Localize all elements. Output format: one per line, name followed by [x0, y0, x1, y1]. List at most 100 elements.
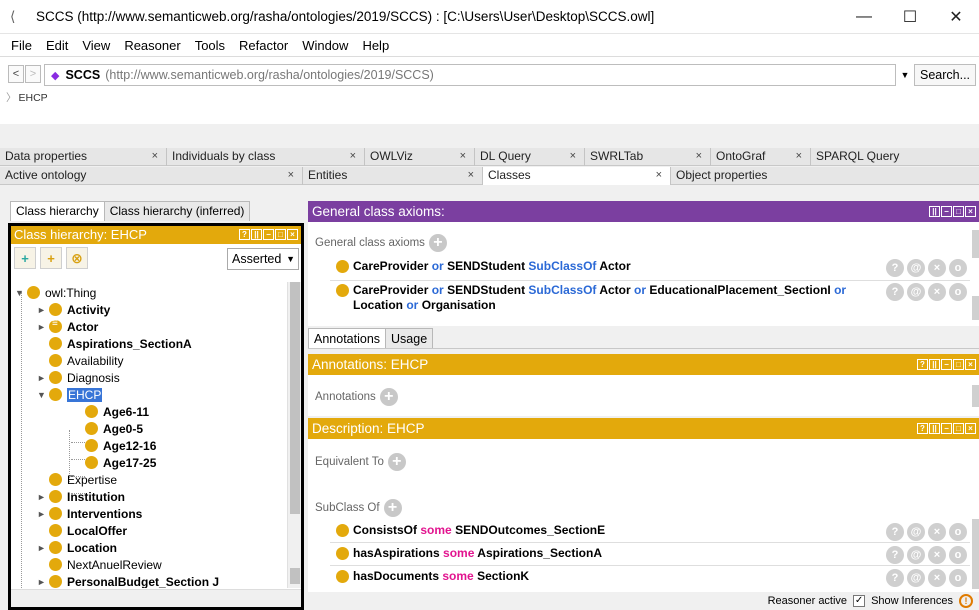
tab-data-properties[interactable]: Data properties ×	[0, 148, 167, 166]
minimize-view-icon[interactable]: −	[263, 229, 274, 240]
help-icon[interactable]: ?	[917, 423, 928, 434]
add-icon[interactable]: +	[383, 499, 402, 517]
minimize-button[interactable]: —	[841, 8, 887, 26]
tree-node-activity[interactable]: ► Activity	[37, 301, 110, 318]
tree-node-location[interactable]: ► Location	[37, 539, 117, 556]
collapsed-triangle-icon[interactable]: ►	[37, 509, 47, 519]
tree-node-age0-5[interactable]: Age0-5	[85, 420, 143, 437]
tab-swrltab[interactable]: SWRLTab ×	[585, 148, 711, 166]
edit-icon[interactable]: o	[949, 259, 967, 277]
add-icon[interactable]: +	[379, 388, 398, 406]
close-tab-icon[interactable]: ×	[468, 167, 474, 184]
tree-node-owl-thing[interactable]: ▼ owl:Thing	[15, 284, 96, 301]
tab-owlviz[interactable]: OWLViz ×	[365, 148, 475, 166]
explain-icon[interactable]: ?	[886, 569, 904, 587]
add-icon[interactable]: +	[428, 234, 447, 252]
tree-scrollbar-down[interactable]	[290, 568, 300, 584]
tree-node-ehcp[interactable]: ▼ EHCP	[37, 386, 103, 403]
tab-entities[interactable]: Entities ×	[303, 167, 483, 185]
explain-icon[interactable]: ?	[886, 283, 904, 301]
tree-node-aspirations-sectiona[interactable]: Aspirations_SectionA	[49, 335, 192, 352]
maximize-view-icon[interactable]: □	[953, 206, 964, 217]
tab-active-ontology[interactable]: Active ontology ×	[0, 167, 303, 185]
menu-window[interactable]: Window	[295, 38, 355, 53]
split-icon[interactable]: ||	[929, 423, 940, 434]
tree-scrollbar-thumb[interactable]	[290, 282, 300, 514]
annotations-scrollbar[interactable]	[972, 385, 979, 407]
menu-view[interactable]: View	[75, 38, 117, 53]
expanded-triangle-icon[interactable]: ▼	[37, 390, 47, 400]
edit-icon[interactable]: o	[949, 283, 967, 301]
add-icon[interactable]: +	[387, 453, 406, 471]
close-view-icon[interactable]: ×	[287, 229, 298, 240]
description-scrollbar[interactable]	[972, 519, 979, 589]
back-button[interactable]: <	[8, 65, 24, 83]
tree-node-age12-16[interactable]: Age12-16	[85, 437, 156, 454]
tree-node-personalbudget[interactable]: ► PersonalBudget_Section J	[37, 573, 219, 588]
show-inferences-checkbox[interactable]: ✓	[853, 595, 866, 607]
minimize-view-icon[interactable]: −	[941, 206, 952, 217]
delete-icon[interactable]: ×	[928, 546, 946, 564]
tree-node-expertise[interactable]: Expertise	[49, 471, 117, 488]
subclass-row[interactable]: hasAspirations some Aspirations_SectionA	[336, 546, 602, 560]
axiom-row[interactable]: CareProvider or SENDStudent SubClassOf A…	[336, 259, 631, 273]
close-tab-icon[interactable]: ×	[570, 148, 576, 165]
maximize-view-icon[interactable]: □	[953, 359, 964, 370]
warning-icon[interactable]: !	[959, 594, 973, 608]
edit-icon[interactable]: o	[949, 569, 967, 587]
close-view-icon[interactable]: ×	[965, 359, 976, 370]
delete-icon[interactable]: ×	[928, 283, 946, 301]
tab-sparql-query[interactable]: SPARQL Query	[811, 148, 979, 166]
add-sibling-class-icon[interactable]: +	[40, 247, 62, 269]
subclass-row[interactable]: ConsistsOf some SENDOutcomes_SectionE	[336, 523, 605, 537]
tree-node-age17-25[interactable]: Age17-25	[85, 454, 156, 471]
tab-object-properties[interactable]: Object properties	[671, 167, 979, 185]
tree-scrollbar[interactable]	[287, 282, 301, 588]
annotate-icon[interactable]: @	[907, 569, 925, 587]
close-view-icon[interactable]: ×	[965, 423, 976, 434]
tab-individuals-by-class[interactable]: Individuals by class ×	[167, 148, 365, 166]
edit-icon[interactable]: o	[949, 546, 967, 564]
search-button[interactable]: Search...	[914, 64, 976, 86]
menu-help[interactable]: Help	[355, 38, 396, 53]
collapsed-triangle-icon[interactable]: ►	[37, 492, 47, 502]
edit-icon[interactable]: o	[949, 523, 967, 541]
close-tab-icon[interactable]: ×	[152, 148, 158, 165]
split-icon[interactable]: ||	[929, 206, 940, 217]
help-icon[interactable]: ?	[239, 229, 250, 240]
subtab-class-hierarchy-inferred[interactable]: Class hierarchy (inferred)	[103, 201, 251, 221]
minimize-view-icon[interactable]: −	[941, 359, 952, 370]
close-tab-icon[interactable]: ×	[796, 148, 802, 165]
close-button[interactable]: ✕	[933, 7, 979, 27]
maximize-view-icon[interactable]: □	[953, 423, 964, 434]
menu-edit[interactable]: Edit	[39, 38, 75, 53]
breadcrumb[interactable]: 〉 EHCP	[6, 90, 48, 105]
close-tab-icon[interactable]: ×	[656, 167, 662, 184]
collapsed-triangle-icon[interactable]: ►	[37, 373, 47, 383]
help-icon[interactable]: ?	[917, 359, 928, 370]
menu-refactor[interactable]: Refactor	[232, 38, 295, 53]
explain-icon[interactable]: ?	[886, 259, 904, 277]
hierarchy-mode-select[interactable]: Asserted ▼	[227, 248, 299, 270]
collapsed-triangle-icon[interactable]: ►	[37, 543, 47, 553]
menu-file[interactable]: File	[4, 38, 39, 53]
subclass-row[interactable]: hasDocuments some SectionK	[336, 569, 529, 583]
close-tab-icon[interactable]: ×	[350, 148, 356, 165]
tab-annotations[interactable]: Annotations	[308, 328, 387, 348]
menu-tools[interactable]: Tools	[188, 38, 232, 53]
tree-node-nextanuelreview[interactable]: NextAnuelReview	[49, 556, 162, 573]
add-subclass-icon[interactable]: +	[14, 247, 36, 269]
tree-node-localoffer[interactable]: LocalOffer	[49, 522, 127, 539]
delete-class-icon[interactable]: ⊗	[66, 247, 88, 269]
tree-node-diagnosis[interactable]: ► Diagnosis	[37, 369, 120, 386]
close-tab-icon[interactable]: ×	[696, 148, 702, 165]
explain-icon[interactable]: ?	[886, 523, 904, 541]
tree-node-actor[interactable]: ► Actor	[37, 318, 98, 335]
close-tab-icon[interactable]: ×	[460, 148, 466, 165]
minimize-view-icon[interactable]: −	[941, 423, 952, 434]
delete-icon[interactable]: ×	[928, 259, 946, 277]
chevron-down-icon[interactable]: ▼	[896, 64, 914, 86]
tree-node-interventions[interactable]: ► Interventions	[37, 505, 142, 522]
subtab-class-hierarchy[interactable]: Class hierarchy	[10, 201, 105, 221]
collapsed-triangle-icon[interactable]: ►	[37, 577, 47, 587]
